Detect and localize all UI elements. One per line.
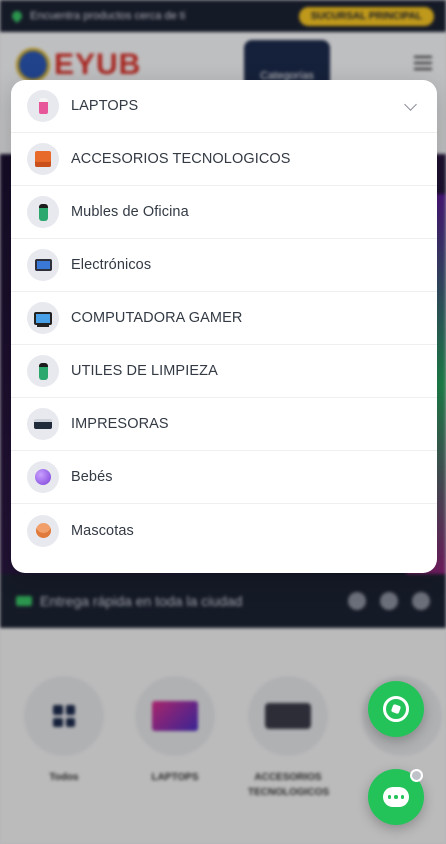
dropdown-item-label: COMPUTADORA GAMER [71, 310, 243, 326]
chevron-down-icon[interactable] [404, 97, 417, 111]
pet-icon [27, 514, 59, 547]
whatsapp-button[interactable] [368, 681, 424, 737]
dropdown-item-label: UTILES DE LIMPIEZA [71, 363, 218, 379]
dropdown-item-mubles-oficina[interactable]: Mubles de Oficina [11, 186, 437, 239]
dropdown-item-label: ACCESORIOS TECNOLOGICOS [71, 151, 291, 167]
monitor-icon [27, 249, 59, 281]
dropdown-item-label: Mubles de Oficina [71, 204, 189, 220]
dropdown-item-label: Mascotas [71, 522, 134, 539]
baby-toy-icon [27, 461, 59, 493]
dropdown-item-electronicos[interactable]: Electrónicos [11, 239, 437, 292]
dropdown-item-label: IMPRESORAS [71, 416, 169, 432]
pink-bottle-icon [27, 90, 59, 122]
printer-icon [27, 408, 59, 440]
dropdown-item-label: LAPTOPS [71, 98, 139, 114]
dropdown-item-laptops[interactable]: LAPTOPS [11, 80, 437, 133]
orange-box-icon [27, 143, 59, 175]
dropdown-item-computadora-gamer[interactable]: COMPUTADORA GAMER [11, 292, 437, 345]
dropdown-item-label: Electrónicos [71, 257, 152, 273]
dropdown-item-bebes[interactable]: Bebés [11, 451, 437, 504]
cleaning-bottle-icon [27, 355, 59, 387]
whatsapp-icon [383, 696, 409, 722]
category-dropdown: LAPTOPS ACCESORIOS TECNOLOGICOS Mubles d… [11, 80, 437, 573]
dropdown-item-label: Bebés [71, 469, 113, 485]
chat-bubble-icon [383, 787, 409, 807]
green-bottle-icon [27, 196, 59, 228]
dropdown-item-accesorios[interactable]: ACCESORIOS TECNOLOGICOS [11, 133, 437, 186]
status-dot-icon [410, 769, 423, 782]
dropdown-item-mascotas[interactable]: Mascotas [11, 504, 437, 557]
dropdown-item-utiles-limpieza[interactable]: UTILES DE LIMPIEZA [11, 345, 437, 398]
dropdown-item-impresoras[interactable]: IMPRESORAS [11, 398, 437, 451]
desktop-computer-icon [27, 302, 59, 334]
